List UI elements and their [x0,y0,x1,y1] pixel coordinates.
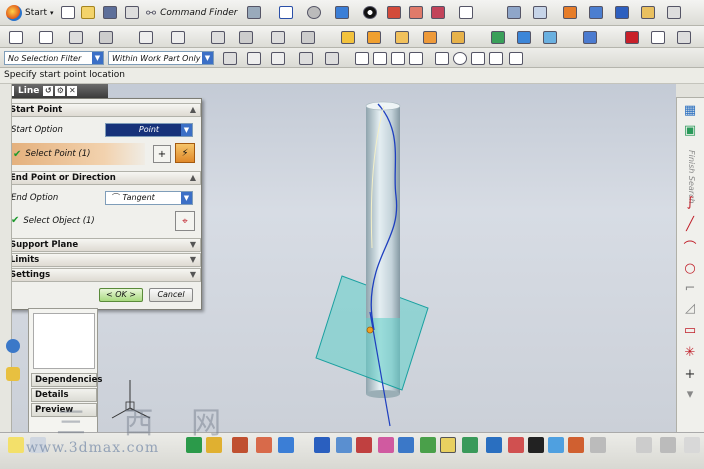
line-dialog-titlebar[interactable]: ◂ Line ↺ ⚙ ✕ [0,84,108,98]
render-icon[interactable] [568,437,584,453]
left-resource-bar [0,84,12,442]
right-toolbar-header [676,84,704,98]
cube-orange-icon[interactable] [256,437,272,453]
settings-group-header[interactable]: Settings ▼ [5,268,201,282]
hide-icon[interactable] [590,437,606,453]
end-point-group-header[interactable]: End Point or Direction ▲ [5,171,201,185]
reset-icon[interactable]: ↺ [43,86,54,96]
view-front-icon[interactable] [314,437,330,453]
cancel-button[interactable]: Cancel [149,288,193,302]
navigator-preview-area [33,313,95,369]
chevron-up-icon: ▲ [189,173,197,182]
zebra-icon[interactable] [462,437,478,453]
check-geometry-icon[interactable] [420,437,436,453]
chevron-down-icon: ▼ [181,124,192,136]
tangent-icon: ⌒ [112,193,120,202]
chevron-up-icon: ▲ [189,105,197,114]
start-point-group-header[interactable]: Start Point ▲ [5,103,201,117]
support-plane-label: Support Plane [10,240,79,250]
arc-icon[interactable]: ⌒ [682,238,698,256]
start-option-select[interactable]: Point ▼ [105,123,193,137]
chamfer-curve-icon[interactable]: ◿ [682,300,698,316]
deviation-icon[interactable] [508,437,524,453]
spline-icon[interactable]: ∫ [682,194,698,210]
section-icon[interactable] [486,437,502,453]
color-icon[interactable] [378,437,394,453]
curvature-icon[interactable] [548,437,564,453]
circle-icon[interactable]: ○ [682,260,698,276]
checkmark-icon: ✔ [13,148,22,160]
settings-icon[interactable]: ⚙ [55,86,66,96]
lightbulb-icon[interactable] [8,437,24,453]
chevron-down-icon: ▼ [189,255,197,264]
end-option-value: Tangent [122,193,155,202]
more-icon[interactable]: ▾ [682,386,698,402]
roles-icon[interactable] [2,364,24,384]
line-icon[interactable]: ╱ [682,216,698,232]
invert-icon[interactable] [660,437,676,453]
end-point-header-label: End Point or Direction [10,173,116,183]
dialog-title: Line [18,86,40,96]
start-point-marker [366,326,374,334]
cylinder-bottom-cap [366,390,400,398]
support-plane-group-header[interactable]: Support Plane ▼ [5,238,201,252]
history-icon[interactable] [2,336,24,356]
select-object-label: Select Object (1) [23,215,95,226]
rectangle-icon[interactable]: ▭ [682,322,698,338]
crosshair-icon[interactable]: ⌖ [175,211,195,231]
polygon-icon[interactable]: ✳ [682,344,698,360]
inferred-point-icon[interactable]: ⚡ [175,143,195,163]
chevron-down-icon: ▼ [181,192,192,204]
start-option-value: Point [138,125,160,134]
limits-label: Limits [10,255,40,265]
point-constructor-icon[interactable]: + [153,145,171,163]
close-icon[interactable]: ✕ [67,86,78,96]
measure-blue-icon[interactable] [398,437,414,453]
palette-icon[interactable]: ▦ [682,102,698,118]
toolbar-options-icon[interactable] [684,437,700,453]
view-top-icon[interactable] [336,437,352,453]
select-point-label: Select Point (1) [25,149,91,159]
checkmark-icon: ✔ [11,215,20,226]
start-point-header-label: Start Point [10,105,63,115]
watermark-url: www.3dmax.com [26,440,160,456]
show-icon[interactable] [636,437,652,453]
fillet-icon[interactable]: ⌐ [682,280,698,296]
view-right-icon[interactable] [356,437,372,453]
chevron-down-icon: ▼ [189,240,197,249]
black-square-icon[interactable] [528,437,544,453]
select-point-row[interactable]: ✔ Select Point (1) [9,143,145,165]
settings-label: Settings [10,270,51,280]
chevron-down-icon: ▼ [189,270,197,279]
watermark-brand: 三 西 网 [56,406,236,441]
find-icon[interactable]: ▣ [682,122,698,138]
ok-button[interactable]: < OK > [99,288,143,302]
select-cursor-icon[interactable] [440,437,456,453]
plus-icon[interactable]: + [682,366,698,382]
end-option-select[interactable]: ⌒ Tangent ▼ [105,191,193,205]
line-dialog: Start Point ▲ Start Option Point ▼ ✔ Sel… [2,98,202,310]
limits-group-header[interactable]: Limits ▼ [5,253,201,267]
cube-blue-icon[interactable] [278,437,294,453]
dependencies-panel-button[interactable]: Dependencies [31,373,102,387]
